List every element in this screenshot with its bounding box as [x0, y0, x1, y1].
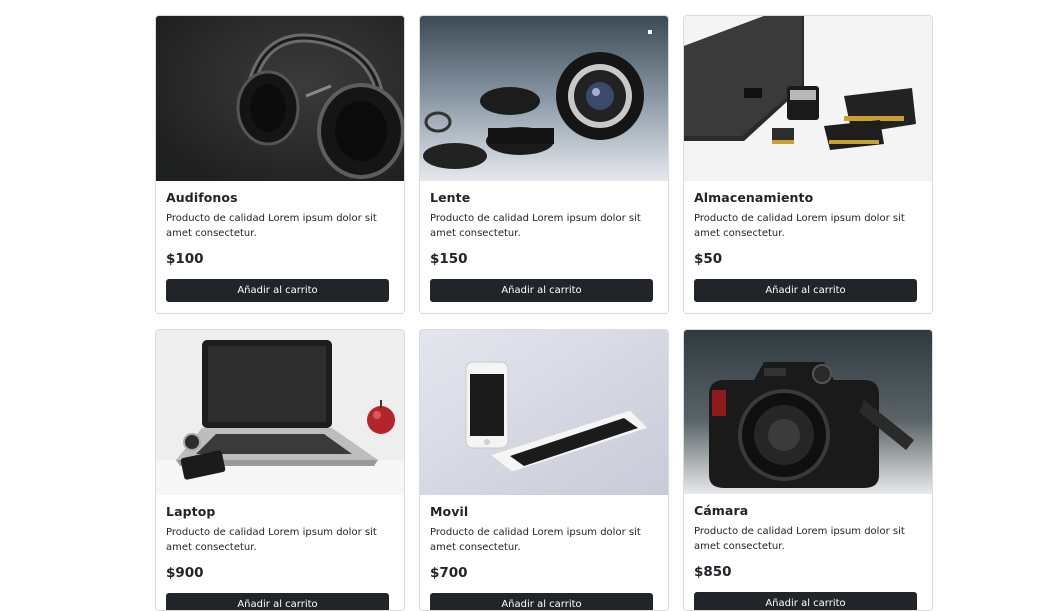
camera-lens-image[interactable] — [420, 16, 668, 181]
product-price: $900 — [166, 565, 204, 581]
product-description: Producto de calidad Lorem ipsum dolor si… — [166, 213, 377, 239]
add-to-cart-button[interactable]: Añadir al carrito — [430, 279, 653, 302]
product-price: $100 — [166, 251, 204, 267]
product-name: Audifonos — [166, 190, 238, 205]
product-card: Lente Producto de calidad Lorem ipsum do… — [419, 15, 669, 314]
headphones-image[interactable] — [156, 16, 404, 181]
product-card: Movil Producto de calidad Lorem ipsum do… — [419, 329, 669, 611]
product-name: Lente — [430, 190, 471, 205]
product-description: Producto de calidad Lorem ipsum dolor si… — [430, 527, 641, 553]
product-description: Producto de calidad Lorem ipsum dolor si… — [430, 213, 641, 239]
product-card: Audifonos Producto de calidad Lorem ipsu… — [155, 15, 405, 314]
product-name: Movil — [430, 504, 469, 519]
product-card: Cámara Producto de calidad Lorem ipsum d… — [683, 329, 933, 611]
product-price: $150 — [430, 251, 468, 267]
product-price: $850 — [694, 564, 732, 580]
add-to-cart-button[interactable]: Añadir al carrito — [430, 593, 653, 610]
add-to-cart-button[interactable]: Añadir al carrito — [694, 592, 917, 610]
add-to-cart-button[interactable]: Añadir al carrito — [166, 593, 389, 610]
product-description: Producto de calidad Lorem ipsum dolor si… — [166, 527, 377, 553]
product-card: Almacenamiento Producto de calidad Lorem… — [683, 15, 933, 314]
add-to-cart-button[interactable]: Añadir al carrito — [166, 279, 389, 302]
product-name: Cámara — [694, 503, 749, 518]
product-name: Laptop — [166, 504, 216, 519]
product-price: $700 — [430, 565, 468, 581]
product-card: Laptop Producto de calidad Lorem ipsum d… — [155, 329, 405, 611]
product-price: $50 — [694, 251, 723, 267]
laptop-image[interactable] — [156, 330, 404, 495]
smartphones-image[interactable] — [420, 330, 668, 495]
product-description: Producto de calidad Lorem ipsum dolor si… — [694, 526, 905, 552]
storage-devices-image[interactable] — [684, 16, 932, 181]
camera-image[interactable] — [684, 330, 932, 494]
product-description: Producto de calidad Lorem ipsum dolor si… — [694, 213, 905, 239]
add-to-cart-button[interactable]: Añadir al carrito — [694, 279, 917, 302]
product-name: Almacenamiento — [694, 190, 814, 205]
